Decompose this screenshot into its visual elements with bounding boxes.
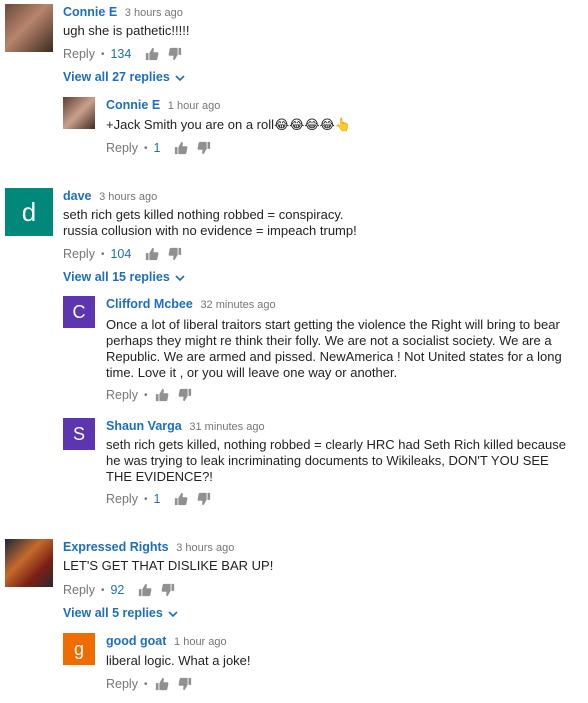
view-replies-label: View all 15 replies bbox=[63, 270, 170, 284]
view-replies-link[interactable]: View all 5 replies bbox=[63, 606, 178, 620]
view-replies-label: View all 27 replies bbox=[63, 70, 170, 84]
reply-button[interactable]: Reply bbox=[106, 492, 138, 506]
view-replies-link[interactable]: View all 27 replies bbox=[63, 70, 185, 84]
comment-header: dave 3 hours ago bbox=[63, 188, 157, 203]
author-name[interactable]: Shaun Varga bbox=[106, 419, 182, 433]
thumbs-down-icon[interactable] bbox=[161, 583, 175, 597]
like-count: 1 bbox=[153, 492, 161, 506]
thumbs-down-icon[interactable] bbox=[178, 388, 192, 402]
thumbs-up-icon[interactable] bbox=[155, 677, 169, 691]
separator-dot: • bbox=[100, 48, 105, 60]
avatar[interactable]: S bbox=[63, 418, 95, 450]
chevron-down-icon bbox=[168, 609, 178, 619]
thumbs-up-icon[interactable] bbox=[174, 492, 188, 506]
separator-dot: • bbox=[143, 389, 148, 401]
reply-text: +Jack Smith you are on a roll😂😂😂😂👆 bbox=[106, 117, 351, 132]
author-name[interactable]: Expressed Rights bbox=[63, 540, 169, 554]
reply-text: liberal logic. What a joke! bbox=[106, 653, 251, 668]
comment-text-line: russia collusion with no evidence = impe… bbox=[63, 223, 357, 238]
separator-dot: • bbox=[143, 493, 148, 505]
timestamp[interactable]: 31 minutes ago bbox=[189, 421, 264, 433]
timestamp[interactable]: 1 hour ago bbox=[174, 636, 227, 648]
reply-button[interactable]: Reply bbox=[106, 141, 138, 155]
timestamp[interactable]: 3 hours ago bbox=[125, 7, 183, 19]
comment-header: Expressed Rights 3 hours ago bbox=[63, 539, 234, 554]
avatar[interactable]: d bbox=[5, 188, 53, 236]
avatar[interactable]: g bbox=[63, 633, 95, 665]
author-name[interactable]: dave bbox=[63, 189, 92, 203]
reply-header: Connie E 1 hour ago bbox=[106, 97, 220, 112]
like-count: 104 bbox=[110, 247, 132, 261]
timestamp[interactable]: 3 hours ago bbox=[176, 542, 234, 554]
timestamp[interactable]: 1 hour ago bbox=[168, 100, 221, 112]
comment-text: ugh she is pathetic!!!!! bbox=[63, 23, 190, 38]
reply-actions: Reply • 1 bbox=[106, 492, 220, 506]
comment-actions: Reply • 134 bbox=[63, 47, 191, 61]
separator-dot: • bbox=[100, 584, 105, 596]
thumbs-down-icon[interactable] bbox=[197, 141, 211, 155]
author-name[interactable]: good goat bbox=[106, 634, 166, 648]
reply-text: seth rich gets killed, nothing robbed = … bbox=[106, 437, 566, 484]
reply-button[interactable]: Reply bbox=[106, 388, 138, 402]
comment-thread: Expressed Rights 3 hours ago LET'S GET T… bbox=[0, 538, 588, 703]
reply-header: good goat 1 hour ago bbox=[106, 633, 227, 648]
view-replies-link[interactable]: View all 15 replies bbox=[63, 270, 185, 284]
chevron-down-icon bbox=[175, 273, 185, 283]
comment-header: Connie E 3 hours ago bbox=[63, 4, 183, 19]
reply-button[interactable]: Reply bbox=[63, 247, 95, 261]
thumbs-up-icon[interactable] bbox=[138, 583, 152, 597]
avatar[interactable] bbox=[63, 97, 95, 129]
reply-button[interactable]: Reply bbox=[63, 583, 95, 597]
reply-button[interactable]: Reply bbox=[63, 47, 95, 61]
chevron-down-icon bbox=[175, 73, 185, 83]
reply-header: Clifford Mcbee 32 minutes ago bbox=[106, 296, 276, 311]
comment-actions: Reply • 104 bbox=[63, 247, 191, 261]
like-count: 134 bbox=[110, 47, 132, 61]
reply-actions: Reply • bbox=[106, 388, 201, 402]
reply-header: Shaun Varga 31 minutes ago bbox=[106, 418, 265, 433]
comment-text: seth rich gets killed nothing robbed = c… bbox=[63, 207, 357, 239]
thumbs-up-icon[interactable] bbox=[174, 141, 188, 155]
separator-dot: • bbox=[143, 678, 148, 690]
thumbs-down-icon[interactable] bbox=[168, 47, 182, 61]
separator-dot: • bbox=[100, 248, 105, 260]
author-name[interactable]: Connie E bbox=[106, 98, 160, 112]
comment-thread: d dave 3 hours ago seth rich gets killed… bbox=[0, 185, 588, 520]
thumbs-down-icon[interactable] bbox=[168, 247, 182, 261]
avatar[interactable]: C bbox=[63, 296, 95, 328]
thumbs-up-icon[interactable] bbox=[145, 247, 159, 261]
comment-actions: Reply • 92 bbox=[63, 583, 184, 597]
comment-text: LET'S GET THAT DISLIKE BAR UP! bbox=[63, 558, 274, 573]
separator-dot: • bbox=[143, 142, 148, 154]
view-replies-label: View all 5 replies bbox=[63, 606, 163, 620]
comment-thread: Connie E 3 hours ago ugh she is pathetic… bbox=[0, 0, 588, 170]
timestamp[interactable]: 3 hours ago bbox=[99, 191, 157, 203]
thumbs-up-icon[interactable] bbox=[145, 47, 159, 61]
reply-button[interactable]: Reply bbox=[106, 677, 138, 691]
comment-text-line: seth rich gets killed nothing robbed = c… bbox=[63, 207, 344, 222]
reply-actions: Reply • 1 bbox=[106, 141, 220, 155]
author-name[interactable]: Connie E bbox=[63, 5, 117, 19]
reply-actions: Reply • bbox=[106, 677, 201, 691]
thumbs-down-icon[interactable] bbox=[197, 492, 211, 506]
reply-text: Once a lot of liberal traitors start get… bbox=[106, 317, 562, 380]
thumbs-up-icon[interactable] bbox=[155, 388, 169, 402]
thumbs-down-icon[interactable] bbox=[178, 677, 192, 691]
avatar[interactable] bbox=[5, 4, 53, 52]
like-count: 92 bbox=[110, 583, 125, 597]
like-count: 1 bbox=[153, 141, 161, 155]
timestamp[interactable]: 32 minutes ago bbox=[200, 299, 275, 311]
avatar[interactable] bbox=[5, 539, 53, 587]
author-name[interactable]: Clifford Mcbee bbox=[106, 297, 193, 311]
